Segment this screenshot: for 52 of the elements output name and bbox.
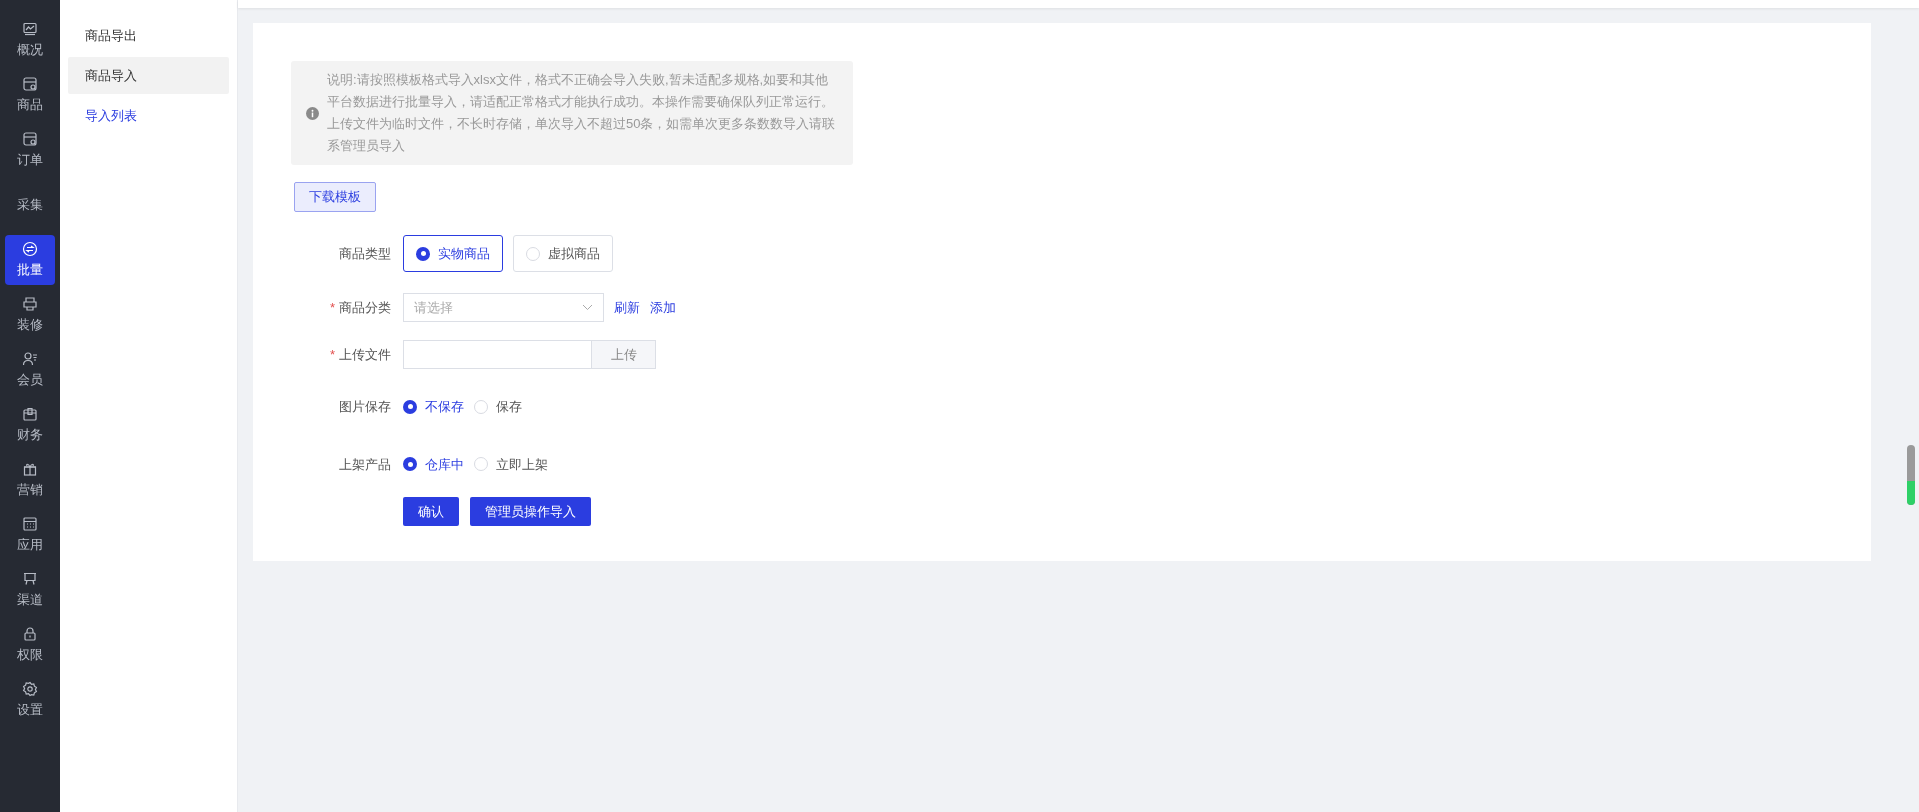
nav-item[interactable]: 装修 — [5, 290, 55, 340]
card-icon — [22, 130, 38, 147]
radio-option[interactable]: 保存 — [474, 397, 522, 417]
printer-icon — [22, 295, 38, 312]
settings-icon — [22, 680, 38, 697]
select-placeholder: 请选择 — [414, 298, 453, 317]
nav-item[interactable]: 权限 — [5, 620, 55, 670]
upload-button[interactable]: 上传 — [592, 340, 656, 369]
side-widget-drawing — [1907, 445, 1915, 505]
radio-option[interactable]: 实物商品 — [403, 235, 503, 272]
field-label: 商品类型 — [339, 245, 391, 263]
nav-item[interactable]: 渠道 — [5, 565, 55, 615]
download-template-button[interactable]: 下载模板 — [294, 182, 376, 212]
nav-item[interactable]: 商品 — [5, 70, 55, 120]
field-label: 图片保存 — [339, 398, 391, 416]
file-input[interactable] — [403, 340, 592, 369]
field-label: 上传文件 — [339, 345, 391, 364]
required-asterisk: * — [329, 345, 335, 364]
required-asterisk: * — [329, 298, 335, 317]
box-icon — [22, 405, 38, 422]
easel-icon — [22, 570, 38, 587]
nav-item[interactable]: 设置 — [5, 675, 55, 725]
subnav-link[interactable]: 导入列表 — [68, 97, 229, 134]
nav-item[interactable]: 概况 — [5, 15, 55, 65]
subnav-item[interactable]: 商品导入 — [68, 57, 229, 94]
field-label: 上架产品 — [339, 455, 391, 474]
nav-item[interactable]: 采集 — [5, 180, 55, 230]
user-icon — [22, 350, 38, 367]
field-label: 商品分类 — [339, 298, 391, 317]
nav-item[interactable]: 批量 — [5, 235, 55, 285]
text-link[interactable]: 添加 — [650, 297, 676, 318]
radio-option[interactable]: 不保存 — [403, 397, 464, 417]
info-icon — [306, 106, 319, 120]
nav-item[interactable]: 营销 — [5, 455, 55, 505]
radio-option[interactable]: 虚拟商品 — [513, 235, 613, 272]
text-link[interactable]: 刷新 — [614, 297, 640, 318]
swap-icon — [22, 240, 38, 257]
chart-icon — [22, 20, 38, 37]
nav-item[interactable]: 应用 — [5, 510, 55, 560]
subnav-item[interactable]: 商品导出 — [68, 17, 229, 54]
notice-text: 说明:请按照模板格式导入xlsx文件，格式不正确会导入失败,暂未适配多规格,如要和其他平台数据进行批量导入，请适配正常格式才能执行成功。本操作需要确保队列正常运行。上传文件为临时文件，不长时存储，单次导入不超过50条，如需单次更多条数数导入请联系管理员导入 — [327, 71, 837, 155]
submit-button[interactable]: 确认 — [403, 497, 459, 526]
chevron-down-icon — [582, 304, 593, 311]
submit-button[interactable]: 管理员操作导入 — [470, 497, 591, 526]
card-icon — [22, 75, 38, 92]
radio-option[interactable]: 仓库中 — [403, 454, 464, 474]
lock-icon — [22, 625, 38, 642]
nav-item[interactable]: 财务 — [5, 400, 55, 450]
calculator-icon — [22, 515, 38, 532]
nav-item[interactable]: 会员 — [5, 345, 55, 395]
nav-item[interactable]: 订单 — [5, 125, 55, 175]
radio-option[interactable]: 立即上架 — [474, 454, 548, 474]
